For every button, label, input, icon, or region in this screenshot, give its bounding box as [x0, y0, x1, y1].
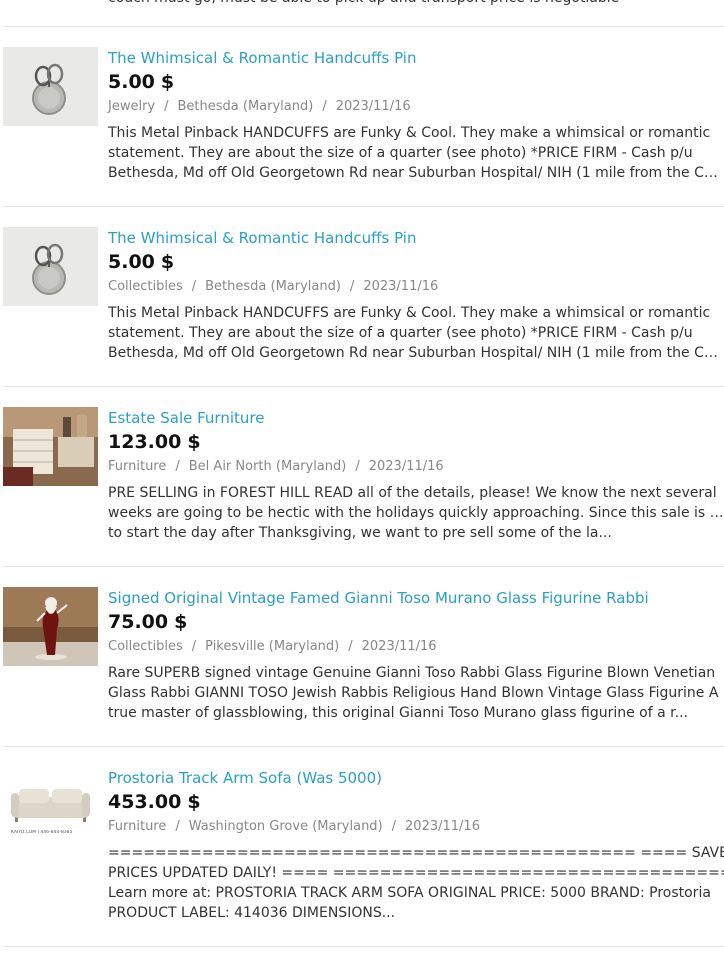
- thumbnail-caption: KAIYO.COM | 446-844-8385: [11, 830, 73, 835]
- listing-price: 5.00 $: [108, 251, 724, 273]
- price-amount: 453.00: [108, 791, 182, 813]
- listing-category[interactable]: Jewelry: [108, 99, 155, 114]
- listing-title[interactable]: The Whimsical & Romantic Handcuffs Pin: [108, 48, 724, 68]
- description-line: ========================================…: [108, 845, 724, 861]
- description-line: This Metal Pinback HANDCUFFS are Funky &…: [108, 305, 711, 321]
- listing-title[interactable]: The Whimsical & Romantic Handcuffs Pin: [108, 228, 724, 248]
- listing-location[interactable]: Bethesda (Maryland): [205, 279, 341, 294]
- listing-price: 453.00 $: [108, 791, 724, 813]
- currency-symbol: $: [174, 611, 188, 633]
- price-amount: 123.00: [108, 431, 182, 453]
- listing-category[interactable]: Collectibles: [108, 279, 183, 294]
- description-line: PRODUCT LABEL: 414036 DIMENSIONS...: [108, 905, 396, 921]
- listing-date: 2023/11/16: [335, 99, 411, 114]
- currency-symbol: $: [160, 71, 175, 93]
- listing-meta: Furniture / Washington Grove (Maryland) / 20…: [108, 818, 724, 836]
- listing-meta: Furniture / Bel Air North (Maryland) / 2023/…: [108, 458, 724, 476]
- previous-listing-snippet: couch must go, must be able to pick up a…: [108, 0, 724, 8]
- meta-separator: /: [191, 639, 197, 654]
- listing-thumbnail[interactable]: [3, 407, 98, 486]
- description-line: Glass Rabbi GIANNI TOSO Jewish Rabbis Re…: [108, 685, 719, 701]
- meta-separator: /: [164, 99, 169, 114]
- meta-separator: /: [391, 819, 397, 834]
- listing-item[interactable]: KAIYO.COM | 446-844-8385 Prostoria Track…: [0, 747, 724, 947]
- meta-separator: /: [175, 459, 180, 474]
- listing-date: 2023/11/16: [405, 819, 480, 834]
- listing-price: 5.00 $: [108, 71, 724, 93]
- description-line: true master of glassblowing, this origin…: [108, 705, 688, 721]
- listing-thumbnail[interactable]: [3, 47, 98, 126]
- listing-date: 2023/11/16: [363, 279, 439, 294]
- listing-description: Rare SUPERB signed vintage Genuine Giann…: [108, 663, 724, 723]
- description-line: PRICES UPDATED DAILY! ==== =============…: [108, 865, 724, 881]
- price-amount: 5.00: [108, 251, 155, 273]
- listing-date: 2023/11/16: [368, 459, 444, 474]
- listing-meta: Jewelry / Bethesda (Maryland) / 2023/11/16: [108, 98, 724, 116]
- listing-thumbnail[interactable]: KAIYO.COM | 446-844-8385: [3, 767, 98, 846]
- listing-location[interactable]: Bethesda (Maryland): [178, 99, 314, 114]
- listing-description: ========================================…: [108, 843, 724, 923]
- listing-title[interactable]: Signed Original Vintage Famed Gianni Tos…: [108, 588, 724, 608]
- listing-description: PRE SELLING in FOREST HILL READ all of t…: [108, 483, 724, 543]
- currency-symbol: $: [160, 251, 175, 273]
- meta-separator: /: [191, 279, 197, 294]
- description-line: This Metal Pinback HANDCUFFS are Funky &…: [108, 125, 711, 141]
- description-line: statement. They are about the size of a …: [108, 145, 693, 161]
- description-line: PRE SELLING in FOREST HILL READ all of t…: [108, 485, 717, 501]
- meta-separator: /: [175, 819, 180, 834]
- listing-category[interactable]: Furniture: [108, 459, 166, 474]
- listing-item[interactable]: Estate Sale Furniture 123.00 $ Furniture /…: [0, 387, 724, 567]
- listing-item[interactable]: The Whimsical & Romantic Handcuffs Pin 5…: [0, 27, 724, 207]
- listing-location[interactable]: Washington Grove (Maryland): [189, 819, 383, 834]
- description-line: Learn more at: PROSTORIA TRACK ARM SOFA …: [108, 885, 711, 901]
- listing-description: This Metal Pinback HANDCUFFS are Funky &…: [108, 123, 724, 183]
- listing-price: 123.00 $: [108, 431, 724, 453]
- listing-date: 2023/11/16: [361, 639, 437, 654]
- listing-price: 75.00 $: [108, 611, 724, 633]
- listings-page: couch must go, must be able to pick up a…: [0, 0, 724, 960]
- description-line: Bethesda, Md off Old Georgetown Rd near …: [108, 345, 724, 361]
- listing-category[interactable]: Furniture: [108, 819, 166, 834]
- divider: [3, 946, 724, 947]
- listing-category[interactable]: Collectibles: [108, 639, 183, 654]
- currency-symbol: $: [187, 791, 201, 813]
- listing-meta: Collectibles / Pikesville (Maryland) / 2023/…: [108, 638, 724, 656]
- description-line: Bethesda, Md off Old Georgetown Rd near …: [108, 165, 724, 181]
- meta-separator: /: [355, 459, 360, 474]
- meta-separator: /: [348, 639, 353, 654]
- description-line: Rare SUPERB signed vintage Genuine Giann…: [108, 665, 716, 681]
- listing-title[interactable]: Prostoria Track Arm Sofa (Was 5000): [108, 768, 724, 788]
- listing-location[interactable]: Bel Air North (Maryland): [189, 459, 347, 474]
- listing-title[interactable]: Estate Sale Furniture: [108, 408, 724, 428]
- price-amount: 5.00: [108, 71, 155, 93]
- listing-thumbnail[interactable]: [3, 227, 98, 306]
- meta-separator: /: [322, 99, 327, 114]
- listing-item[interactable]: Signed Original Vintage Famed Gianni Tos…: [0, 567, 724, 747]
- listing-thumbnail[interactable]: [3, 587, 98, 666]
- currency-symbol: $: [187, 431, 201, 453]
- listing-description: This Metal Pinback HANDCUFFS are Funky &…: [108, 303, 724, 363]
- listing-item[interactable]: The Whimsical & Romantic Handcuffs Pin 5…: [0, 207, 724, 387]
- description-line: weeks are going to be hectic with the ho…: [108, 505, 724, 521]
- listing-location[interactable]: Pikesville (Maryland): [205, 639, 339, 654]
- description-line: to start the day after Thanksgiving, we …: [108, 525, 612, 541]
- listing-meta: Collectibles / Bethesda (Maryland) / 2023/11…: [108, 278, 724, 296]
- description-line: statement. They are about the size of a …: [108, 325, 693, 341]
- meta-separator: /: [349, 279, 355, 294]
- price-amount: 75.00: [108, 611, 169, 633]
